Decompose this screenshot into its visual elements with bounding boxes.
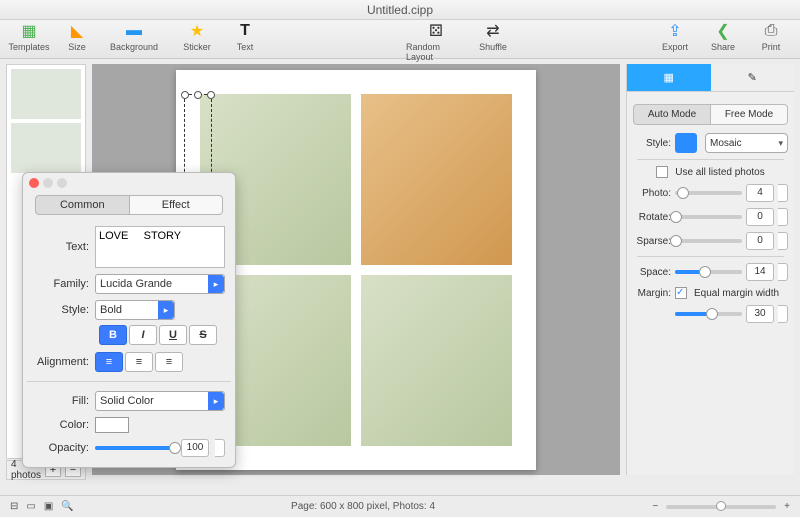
wand-icon: ✎ — [748, 71, 757, 84]
window-titlebar: Untitled.cipp — [0, 0, 800, 20]
strike-button[interactable]: S — [189, 325, 217, 345]
use-all-photos-label: Use all listed photos — [675, 167, 765, 178]
status-bar: ⊟ ▭ ▣ 🔍 Page: 600 x 800 pixel, Photos: 4… — [0, 495, 800, 517]
photo-thumbnail[interactable] — [11, 123, 81, 173]
style-select[interactable]: Mosaic — [705, 133, 788, 153]
close-icon[interactable] — [29, 178, 39, 188]
share-icon: ❮ — [713, 21, 733, 41]
align-center-button[interactable]: ≡ — [125, 352, 153, 372]
common-tab[interactable]: Common — [35, 195, 130, 215]
photo-value[interactable]: 4 — [746, 184, 774, 202]
underline-button[interactable]: U — [159, 325, 187, 345]
text-input[interactable] — [95, 226, 225, 268]
random-layout-button[interactable]: ⚄ Random Layout — [406, 21, 466, 62]
text-icon: T — [235, 21, 255, 41]
dice-icon: ⚄ — [426, 21, 446, 41]
opacity-stepper[interactable] — [215, 439, 225, 457]
layout-icon: ▦ — [664, 71, 674, 84]
layout-tab[interactable]: ▦ — [627, 64, 711, 91]
sparse-value[interactable]: 0 — [746, 232, 774, 250]
sparse-slider[interactable] — [675, 239, 742, 243]
paintroller-icon: ▬ — [124, 21, 144, 41]
document-title: Untitled.cipp — [367, 3, 433, 17]
photo-slider[interactable] — [675, 191, 742, 195]
ruler-icon: ◣ — [67, 21, 87, 41]
printer-icon: ⎙ — [761, 21, 781, 41]
auto-mode-button[interactable]: Auto Mode — [633, 104, 711, 125]
zoom-out-icon[interactable]: ⊟ — [10, 501, 18, 512]
mosaic-icon — [675, 133, 697, 153]
style-label: Style: — [633, 138, 671, 149]
minimize-icon[interactable] — [43, 178, 53, 188]
font-family-select[interactable]: Lucida Grande — [95, 274, 225, 294]
view-mode-icon[interactable]: ▭ — [26, 501, 35, 512]
sparse-stepper[interactable] — [778, 232, 788, 250]
collage-cell[interactable] — [361, 275, 512, 446]
zoom-minus-button[interactable]: − — [652, 501, 658, 512]
star-icon: ★ — [187, 21, 207, 41]
share-button[interactable]: ❮ Share — [702, 21, 744, 52]
align-right-button[interactable]: ≡ — [155, 352, 183, 372]
page-info: Page: 600 x 800 pixel, Photos: 4 — [82, 501, 645, 512]
equal-margin-label: Equal margin width — [694, 288, 779, 299]
bold-button[interactable]: B — [99, 325, 127, 345]
photo-icon[interactable]: ▣ — [44, 501, 53, 512]
zoom-plus-button[interactable]: + — [784, 501, 790, 512]
print-button[interactable]: ⎙ Print — [750, 21, 792, 52]
photo-stepper[interactable] — [778, 184, 788, 202]
effect-tab[interactable]: Effect — [130, 195, 224, 215]
shuffle-button[interactable]: ⇄ Shuffle — [472, 21, 514, 62]
opacity-value[interactable]: 100 — [181, 439, 209, 457]
space-slider[interactable] — [675, 270, 742, 274]
photo-thumbnail[interactable] — [11, 69, 81, 119]
align-left-button[interactable]: ≡ — [95, 352, 123, 372]
background-button[interactable]: ▬ Background — [104, 21, 164, 52]
text-inspector-panel[interactable]: Common Effect Text: Family: Lucida Grand… — [22, 172, 236, 468]
templates-icon: ▦ — [19, 21, 39, 41]
margin-stepper[interactable] — [778, 305, 788, 323]
zoom-icon[interactable] — [57, 178, 67, 188]
export-button[interactable]: ⇪ Export — [654, 21, 696, 52]
templates-button[interactable]: ▦ Templates — [8, 21, 50, 52]
export-icon: ⇪ — [665, 21, 685, 41]
magnifier-icon[interactable]: 🔍 — [61, 501, 73, 512]
main-toolbar: ▦ Templates ◣ Size ▬ Background ★ Sticke… — [0, 20, 800, 59]
space-value[interactable]: 14 — [746, 263, 774, 281]
use-all-photos-checkbox[interactable] — [656, 166, 668, 178]
font-style-select[interactable]: Bold — [95, 300, 175, 320]
rotate-slider[interactable] — [675, 215, 742, 219]
sticker-button[interactable]: ★ Sticker — [176, 21, 218, 52]
shuffle-icon: ⇄ — [483, 21, 503, 41]
space-stepper[interactable] — [778, 263, 788, 281]
color-well[interactable] — [95, 417, 129, 433]
collage-cell[interactable] — [361, 94, 512, 265]
size-button[interactable]: ◣ Size — [56, 21, 98, 52]
fill-type-select[interactable]: Solid Color — [95, 391, 225, 411]
layout-panel: ▦ ✎ Auto Mode Free Mode Style: Mosaic Us… — [626, 64, 794, 475]
rotate-value[interactable]: 0 — [746, 208, 774, 226]
zoom-slider[interactable] — [666, 505, 776, 509]
text-button[interactable]: T Text — [224, 21, 266, 52]
rotate-stepper[interactable] — [778, 208, 788, 226]
free-mode-button[interactable]: Free Mode — [711, 104, 788, 125]
margin-value[interactable]: 30 — [746, 305, 774, 323]
equal-margin-checkbox[interactable] — [675, 287, 687, 299]
margin-slider[interactable] — [675, 312, 742, 316]
italic-button[interactable]: I — [129, 325, 157, 345]
opacity-slider[interactable] — [95, 446, 175, 450]
adjust-tab[interactable]: ✎ — [711, 64, 795, 91]
